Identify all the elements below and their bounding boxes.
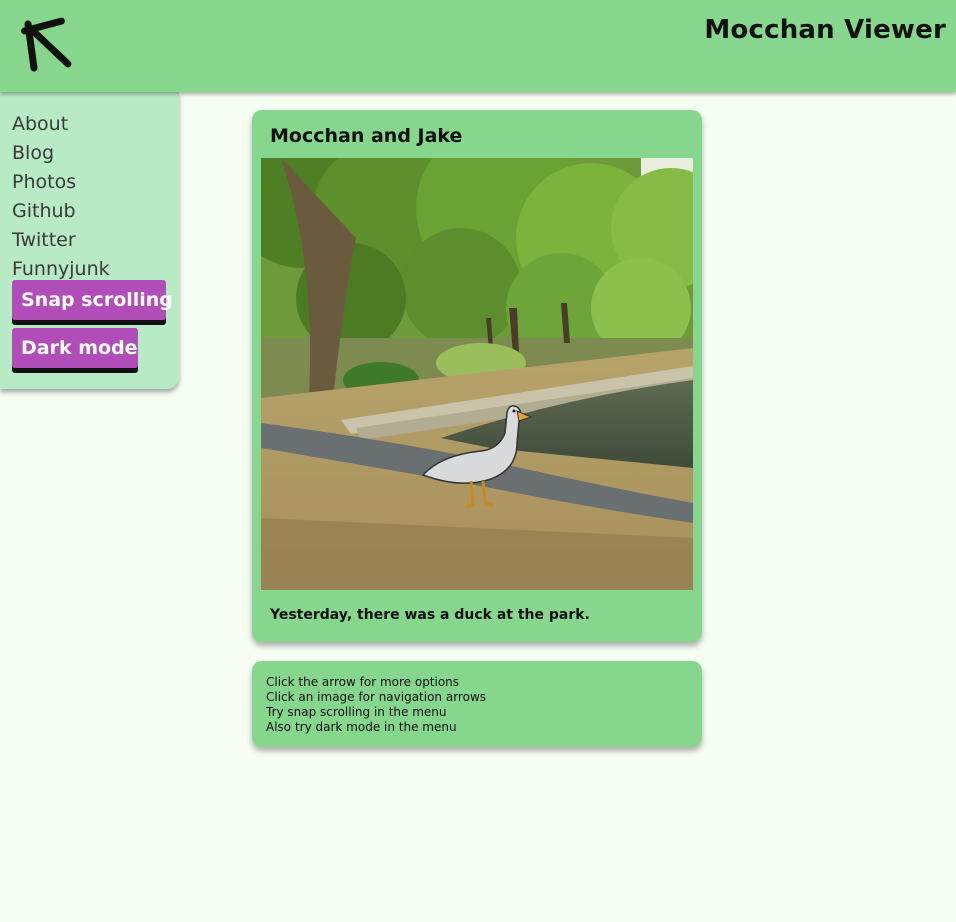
tip-item: Try snap scrolling in the menu — [266, 705, 447, 719]
menu-link-twitter[interactable]: Twitter — [12, 226, 110, 255]
menu-link-blog[interactable]: Blog — [12, 139, 110, 168]
menu-links: About Blog Photos Github Twitter Funnyju… — [12, 110, 110, 284]
dark-mode-button[interactable]: Dark mode — [12, 328, 138, 368]
arrow-up-left-icon[interactable] — [14, 14, 76, 76]
post-title: Mocchan and Jake — [270, 125, 463, 147]
menu-link-github[interactable]: Github — [12, 197, 110, 226]
tip-item: Click the arrow for more options — [266, 675, 460, 689]
site-header: Mocchan Viewer — [0, 0, 956, 92]
tips-card: Click the arrow for more options Click a… — [252, 661, 702, 747]
tip-item: Click an image for navigation arrows — [266, 690, 487, 704]
tip-item: Also try dark mode in the menu — [266, 720, 457, 734]
snap-scrolling-button[interactable]: Snap scrolling — [12, 280, 173, 320]
menu-link-about[interactable]: About — [12, 110, 110, 139]
menu-link-photos[interactable]: Photos — [12, 168, 110, 197]
tips-list: Click the arrow for more options Click a… — [266, 675, 486, 735]
site-title: Mocchan Viewer — [704, 15, 946, 45]
side-menu: About Blog Photos Github Twitter Funnyju… — [0, 92, 179, 389]
post-caption: Yesterday, there was a duck at the park. — [270, 607, 590, 623]
post-card: Mocchan and Jake Yesterday, there was a … — [252, 110, 702, 642]
duck-in-park-photo[interactable] — [261, 158, 693, 590]
